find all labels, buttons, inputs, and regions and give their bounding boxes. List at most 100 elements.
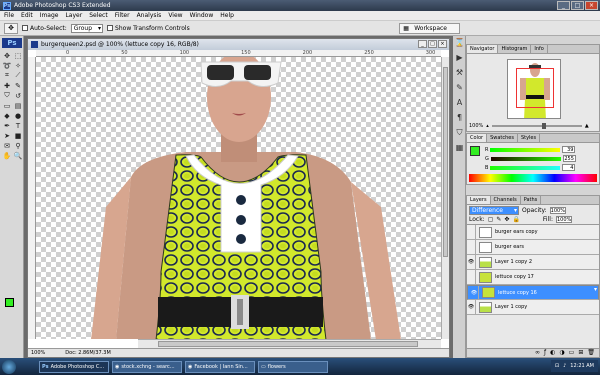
new-layer-icon[interactable]: ⊞ bbox=[578, 349, 583, 357]
layer-row[interactable]: 👁 lettuce copy 16 bbox=[467, 285, 599, 300]
trash-icon[interactable]: 🗑 bbox=[587, 349, 595, 357]
tab-histogram[interactable]: Histogram bbox=[498, 45, 532, 53]
menu-edit[interactable]: Edit bbox=[21, 12, 33, 19]
lock-transparency-icon[interactable]: ▢ bbox=[488, 216, 494, 223]
move-tool-icon[interactable]: ✥ bbox=[4, 22, 18, 34]
vertical-scrollbar[interactable] bbox=[441, 57, 449, 339]
eyedropper-icon[interactable]: ⚲ bbox=[13, 141, 23, 150]
scroll-thumb[interactable] bbox=[158, 341, 418, 347]
zoom-in-icon[interactable]: ▲ bbox=[585, 123, 589, 129]
tab-paths[interactable]: Paths bbox=[521, 196, 542, 204]
maximize-button[interactable]: □ bbox=[571, 1, 584, 10]
auto-select-checkbox[interactable]: Auto-Select: bbox=[22, 25, 67, 32]
notes-tool-icon[interactable]: ✉ bbox=[2, 141, 12, 150]
history-brush-icon[interactable]: ↺ bbox=[13, 91, 23, 100]
link-layers-icon[interactable]: ∞ bbox=[535, 349, 540, 357]
clone-stamp-icon[interactable]: ⛉ bbox=[2, 91, 12, 100]
adjustment-icon[interactable]: ◑ bbox=[559, 349, 564, 357]
brush-tool-icon[interactable]: ✎ bbox=[13, 81, 23, 90]
navigator-view-box[interactable] bbox=[516, 68, 554, 108]
mask-icon[interactable]: ◐ bbox=[550, 349, 555, 357]
blend-mode-dropdown[interactable]: Difference bbox=[469, 205, 519, 215]
green-slider[interactable] bbox=[490, 156, 561, 161]
lock-position-icon[interactable]: ✥ bbox=[504, 216, 509, 223]
shape-tool-icon[interactable]: ■ bbox=[13, 131, 23, 140]
menu-image[interactable]: Image bbox=[40, 12, 59, 19]
visibility-eye-icon[interactable]: 👁 bbox=[467, 300, 476, 314]
visibility-eye-icon[interactable]: 👁 bbox=[470, 286, 479, 299]
auto-select-dropdown[interactable]: Group bbox=[70, 23, 104, 33]
tool-presets-icon[interactable]: ⚒ bbox=[454, 68, 465, 79]
horizontal-scrollbar[interactable] bbox=[138, 339, 441, 348]
start-button[interactable] bbox=[2, 359, 16, 374]
menu-file[interactable]: File bbox=[4, 12, 14, 19]
doc-maximize-button[interactable]: □ bbox=[428, 40, 437, 48]
group-folder-icon[interactable]: ▭ bbox=[569, 349, 575, 357]
tab-channels[interactable]: Channels bbox=[491, 196, 521, 204]
hand-tool-icon[interactable]: ✋ bbox=[2, 151, 12, 160]
layer-row[interactable]: burger ears copy bbox=[467, 225, 599, 240]
zoom-tool-icon[interactable]: 🔍 bbox=[13, 151, 23, 160]
close-button[interactable]: × bbox=[585, 1, 598, 10]
doc-close-button[interactable]: × bbox=[438, 40, 447, 48]
scroll-thumb[interactable] bbox=[443, 67, 448, 257]
layer-row[interactable]: lettuce copy 17 bbox=[467, 270, 599, 285]
lock-all-icon[interactable]: 🔒 bbox=[512, 216, 519, 223]
taskbar-item-flowers[interactable]: ▭ flowers bbox=[258, 360, 328, 373]
character-icon[interactable]: A bbox=[454, 98, 465, 109]
visibility-eye-icon[interactable] bbox=[467, 240, 476, 254]
tab-color[interactable]: Color bbox=[467, 134, 488, 142]
workspace-button[interactable]: Workspace bbox=[399, 23, 460, 34]
foreground-color-swatch[interactable] bbox=[5, 298, 14, 307]
actions-icon[interactable]: ▶ bbox=[454, 53, 465, 64]
green-value[interactable]: 255 bbox=[562, 155, 576, 162]
layer-row[interactable]: 👁 Layer 1 copy bbox=[467, 300, 599, 315]
zoom-level[interactable]: 100% bbox=[31, 350, 45, 356]
path-selection-icon[interactable]: ➤ bbox=[2, 131, 12, 140]
menu-select[interactable]: Select bbox=[89, 12, 108, 19]
dodge-tool-icon[interactable]: ● bbox=[13, 111, 23, 120]
zoom-out-icon[interactable]: ▴ bbox=[486, 123, 489, 129]
layer-comps-icon[interactable]: ▦ bbox=[454, 143, 465, 154]
marquee-tool-icon[interactable]: ⬚ bbox=[13, 51, 23, 60]
history-icon[interactable]: ⌛ bbox=[454, 38, 465, 49]
menu-help[interactable]: Help bbox=[220, 12, 234, 19]
visibility-eye-icon[interactable] bbox=[467, 270, 476, 284]
navigator-preview[interactable] bbox=[507, 59, 561, 119]
zoom-slider[interactable] bbox=[491, 123, 582, 129]
blur-tool-icon[interactable]: ◆ bbox=[2, 111, 12, 120]
pen-tool-icon[interactable]: ✒ bbox=[2, 121, 12, 130]
lock-pixels-icon[interactable]: ✎ bbox=[496, 216, 501, 223]
eraser-tool-icon[interactable]: ▭ bbox=[2, 101, 12, 110]
layer-row[interactable]: burger ears bbox=[467, 240, 599, 255]
visibility-eye-icon[interactable]: 👁 bbox=[467, 255, 476, 269]
move-tool-icon[interactable]: ✥ bbox=[2, 51, 12, 60]
gradient-tool-icon[interactable]: ▤ bbox=[13, 101, 23, 110]
transform-controls-checkbox[interactable]: Show Transform Controls bbox=[107, 25, 190, 32]
lasso-tool-icon[interactable]: ➰ bbox=[2, 61, 12, 70]
paragraph-icon[interactable]: ¶ bbox=[454, 113, 465, 124]
doc-minimize-button[interactable]: _ bbox=[418, 40, 427, 48]
type-tool-icon[interactable]: T bbox=[13, 121, 23, 130]
crop-tool-icon[interactable]: ⌗ bbox=[2, 71, 12, 80]
menu-window[interactable]: Window bbox=[190, 12, 214, 19]
menu-layer[interactable]: Layer bbox=[65, 12, 82, 19]
brushes-icon[interactable]: ✎ bbox=[454, 83, 465, 94]
layer-row[interactable]: 👁 Layer 1 copy 2 bbox=[467, 255, 599, 270]
clock[interactable]: 12:21 AM bbox=[570, 363, 594, 369]
network-icon[interactable]: ⊡ bbox=[555, 363, 559, 369]
navigator-zoom-value[interactable]: 100% bbox=[469, 123, 483, 129]
color-fg-swatch[interactable] bbox=[470, 146, 480, 156]
menu-filter[interactable]: Filter bbox=[115, 12, 130, 19]
image-canvas[interactable] bbox=[36, 57, 441, 339]
tab-styles[interactable]: Styles bbox=[518, 134, 541, 142]
tab-navigator[interactable]: Navigator bbox=[467, 45, 499, 53]
taskbar-item-facebook[interactable]: ◉ Facebook | Iann Sin... bbox=[185, 360, 255, 373]
minimize-button[interactable]: _ bbox=[557, 1, 570, 10]
taskbar-item-browser[interactable]: ◉ stock.xchng - searc... bbox=[112, 360, 182, 373]
menu-view[interactable]: View bbox=[168, 12, 182, 19]
volume-icon[interactable]: ♪ bbox=[563, 363, 566, 369]
color-spectrum[interactable] bbox=[469, 174, 597, 182]
tab-layers[interactable]: Layers bbox=[467, 196, 491, 204]
blue-slider[interactable] bbox=[490, 165, 561, 170]
